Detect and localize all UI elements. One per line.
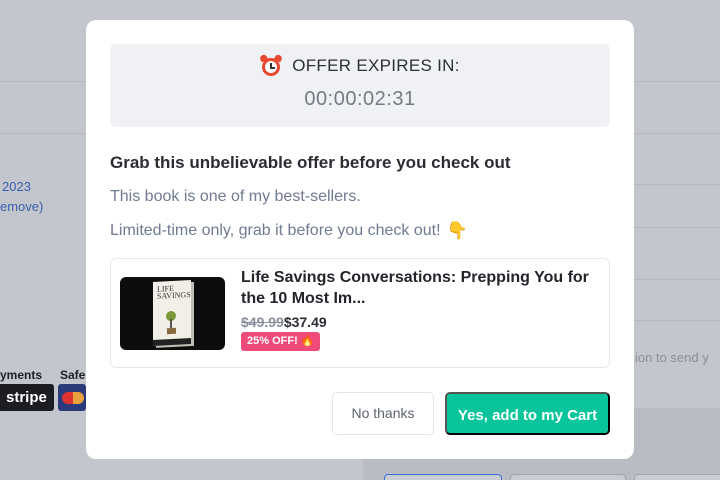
stripe-label: stripe	[6, 389, 47, 406]
book-cover-image: LIFE SAVINGS	[153, 280, 191, 346]
bg-divider	[634, 320, 720, 321]
limited-time-text: Limited-time only, grab it before you ch…	[110, 222, 441, 239]
bg-divider	[634, 279, 720, 280]
bg-remove-link[interactable]: emove)	[0, 199, 43, 214]
timer-title-row: OFFER EXPIRES IN:	[110, 53, 610, 77]
bg-divider	[634, 227, 720, 228]
sale-price: $37.49	[283, 314, 327, 330]
upsell-modal: OFFER EXPIRES IN: 00:00:02:31 Grab this …	[86, 20, 634, 459]
original-price: $49.99	[241, 314, 284, 330]
offer-heading: Grab this unbelievable offer before you …	[110, 153, 511, 172]
bg-payments-label: yments	[0, 368, 43, 382]
add-to-cart-button[interactable]: Yes, add to my Cart	[445, 392, 610, 435]
bg-divider	[634, 81, 720, 82]
bg-button	[510, 474, 626, 480]
alarm-clock-icon	[259, 53, 284, 77]
stripe-logo: stripe	[0, 384, 54, 411]
countdown-value: 00:00:02:31	[304, 88, 416, 110]
bg-session-text: ssion to send y	[622, 350, 709, 365]
price-row: $49.99$37.49	[241, 314, 327, 330]
bg-divider	[0, 81, 86, 82]
discount-badge: 25% OFF! 🔥	[241, 332, 321, 351]
timer-title: OFFER EXPIRES IN:	[292, 56, 460, 75]
bg-date-text: 2023	[2, 179, 31, 194]
offer-timer: OFFER EXPIRES IN: 00:00:02:31	[110, 44, 610, 127]
bg-divider	[634, 184, 720, 185]
mastercard-icon	[58, 384, 86, 411]
offer-subtext-limited: Limited-time only, grab it before you ch…	[110, 221, 468, 241]
product-thumbnail: LIFE SAVINGS	[120, 277, 225, 350]
bg-divider	[0, 133, 86, 134]
offer-subtext-bestseller: This book is one of my best-sellers.	[110, 188, 361, 205]
book-cover-title: LIFE SAVINGS	[157, 283, 191, 301]
product-card: LIFE SAVINGS Life Savings Conversations:…	[110, 258, 610, 368]
bg-button	[634, 474, 720, 480]
bg-divider	[634, 133, 720, 134]
bg-safe-label: Safe	[60, 368, 86, 382]
pointing-down-hand-icon: 👇	[446, 221, 468, 240]
no-thanks-button[interactable]: No thanks	[332, 392, 434, 435]
product-title: Life Savings Conversations: Prepping You…	[241, 269, 589, 307]
bg-button	[384, 474, 502, 480]
